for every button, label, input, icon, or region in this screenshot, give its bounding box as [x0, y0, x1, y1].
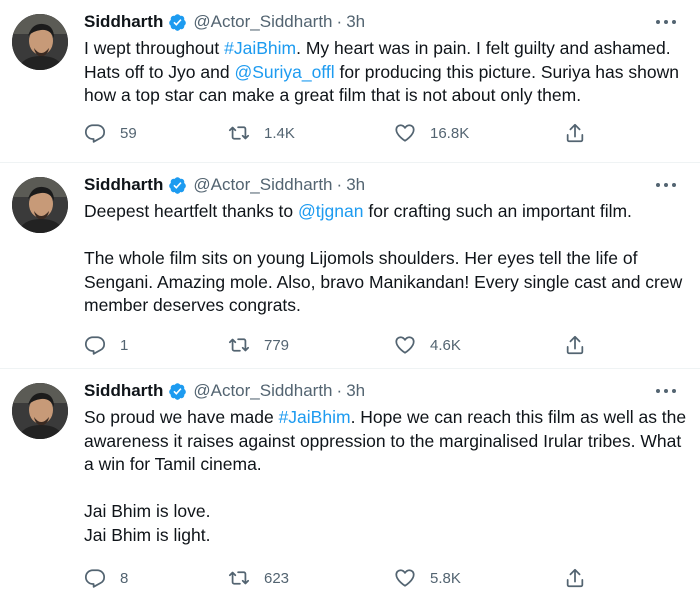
like-count: 4.6K — [430, 336, 461, 354]
author-handle[interactable]: @Actor_Siddharth — [193, 175, 332, 195]
separator-dot: · — [336, 175, 343, 194]
text-segment: for crafting such an important film. — [363, 201, 632, 221]
author-name[interactable]: Siddharth — [84, 381, 163, 401]
more-icon[interactable] — [654, 177, 678, 193]
separator-dot: · — [336, 12, 343, 31]
tweet-header: Siddharth @Actor_Siddharth · 3h — [84, 173, 365, 197]
retweet-icon — [228, 334, 250, 356]
text-paragraph: Jai Bhim is love. — [84, 501, 211, 521]
hashtag-link[interactable]: #JaiBhim — [279, 407, 351, 427]
tweet-actions: 59 1.4K 16.8K — [84, 121, 680, 145]
author-name[interactable]: Siddharth — [84, 175, 163, 195]
text-segment: Deepest heartfelt thanks to — [84, 201, 299, 221]
retweet-button[interactable]: 1.4K — [228, 122, 295, 144]
separator-dot: · — [336, 381, 343, 400]
timestamp[interactable]: 3h — [346, 381, 365, 401]
author-handle[interactable]: @Actor_Siddharth — [193, 381, 332, 401]
share-button[interactable] — [564, 122, 586, 144]
share-icon — [564, 334, 586, 356]
like-count: 16.8K — [430, 124, 470, 142]
reply-icon — [84, 567, 106, 589]
like-button[interactable]: 16.8K — [394, 122, 469, 144]
like-icon — [394, 122, 416, 144]
retweet-button[interactable]: 623 — [228, 567, 289, 589]
tweet-header: Siddharth @Actor_Siddharth · 3h — [84, 10, 365, 34]
verified-badge-icon — [168, 382, 187, 401]
more-icon[interactable] — [654, 383, 678, 399]
text-paragraph: The whole film sits on young Lijomols sh… — [84, 248, 683, 315]
like-count: 5.8K — [430, 569, 461, 587]
timestamp[interactable]: 3h — [346, 12, 365, 32]
retweet-count: 1.4K — [264, 124, 295, 142]
share-icon — [564, 122, 586, 144]
avatar[interactable] — [12, 383, 68, 439]
tweet-actions: 1 779 4.6K — [84, 333, 680, 357]
retweet-button[interactable]: 779 — [228, 334, 289, 356]
reply-button[interactable]: 59 — [84, 122, 137, 144]
tweet[interactable]: Siddharth @Actor_Siddharth · 3h So proud… — [0, 369, 700, 594]
mention-link[interactable]: @tjgnan — [298, 201, 363, 221]
tweet-header: Siddharth @Actor_Siddharth · 3h — [84, 379, 365, 403]
timestamp[interactable]: 3h — [346, 175, 365, 195]
share-button[interactable] — [564, 334, 586, 356]
avatar[interactable] — [12, 177, 68, 233]
text-paragraph: Jai Bhim is light. — [84, 524, 211, 545]
retweet-icon — [228, 122, 250, 144]
reply-button[interactable]: 1 — [84, 334, 128, 356]
avatar[interactable] — [12, 14, 68, 70]
reply-icon — [84, 122, 106, 144]
like-icon — [394, 567, 416, 589]
reply-count: 8 — [120, 569, 129, 587]
text-segment: So proud we have made — [84, 407, 279, 427]
retweet-icon — [228, 567, 250, 589]
verified-badge-icon — [168, 176, 187, 195]
more-icon[interactable] — [654, 14, 678, 30]
reply-button[interactable]: 8 — [84, 567, 128, 589]
retweet-count: 623 — [264, 569, 290, 587]
reply-count: 59 — [120, 124, 137, 142]
tweet[interactable]: Siddharth @Actor_Siddharth · 3h I wept t… — [0, 0, 700, 163]
tweet[interactable]: Siddharth @Actor_Siddharth · 3h Deepest … — [0, 163, 700, 369]
retweet-count: 779 — [264, 336, 290, 354]
mention-link[interactable]: @Suriya_offl — [234, 62, 334, 82]
tweet-text: So proud we have made #JaiBhim. Hope we … — [84, 406, 694, 547]
tweet-text: Deepest heartfelt thanks to @tjgnan for … — [84, 200, 694, 318]
like-button[interactable]: 4.6K — [394, 334, 461, 356]
author-name[interactable]: Siddharth — [84, 12, 163, 32]
share-button[interactable] — [564, 567, 586, 589]
tweet-actions: 8 623 5.8K — [84, 566, 680, 590]
share-icon — [564, 567, 586, 589]
hashtag-link[interactable]: #JaiBhim — [224, 38, 296, 58]
text-segment: I wept throughout — [84, 38, 225, 58]
like-button[interactable]: 5.8K — [394, 567, 461, 589]
like-icon — [394, 334, 416, 356]
tweet-text: I wept throughout #JaiBhim. My heart was… — [84, 37, 694, 108]
reply-icon — [84, 334, 106, 356]
reply-count: 1 — [120, 336, 129, 354]
author-handle[interactable]: @Actor_Siddharth — [193, 12, 332, 32]
verified-badge-icon — [168, 13, 187, 32]
